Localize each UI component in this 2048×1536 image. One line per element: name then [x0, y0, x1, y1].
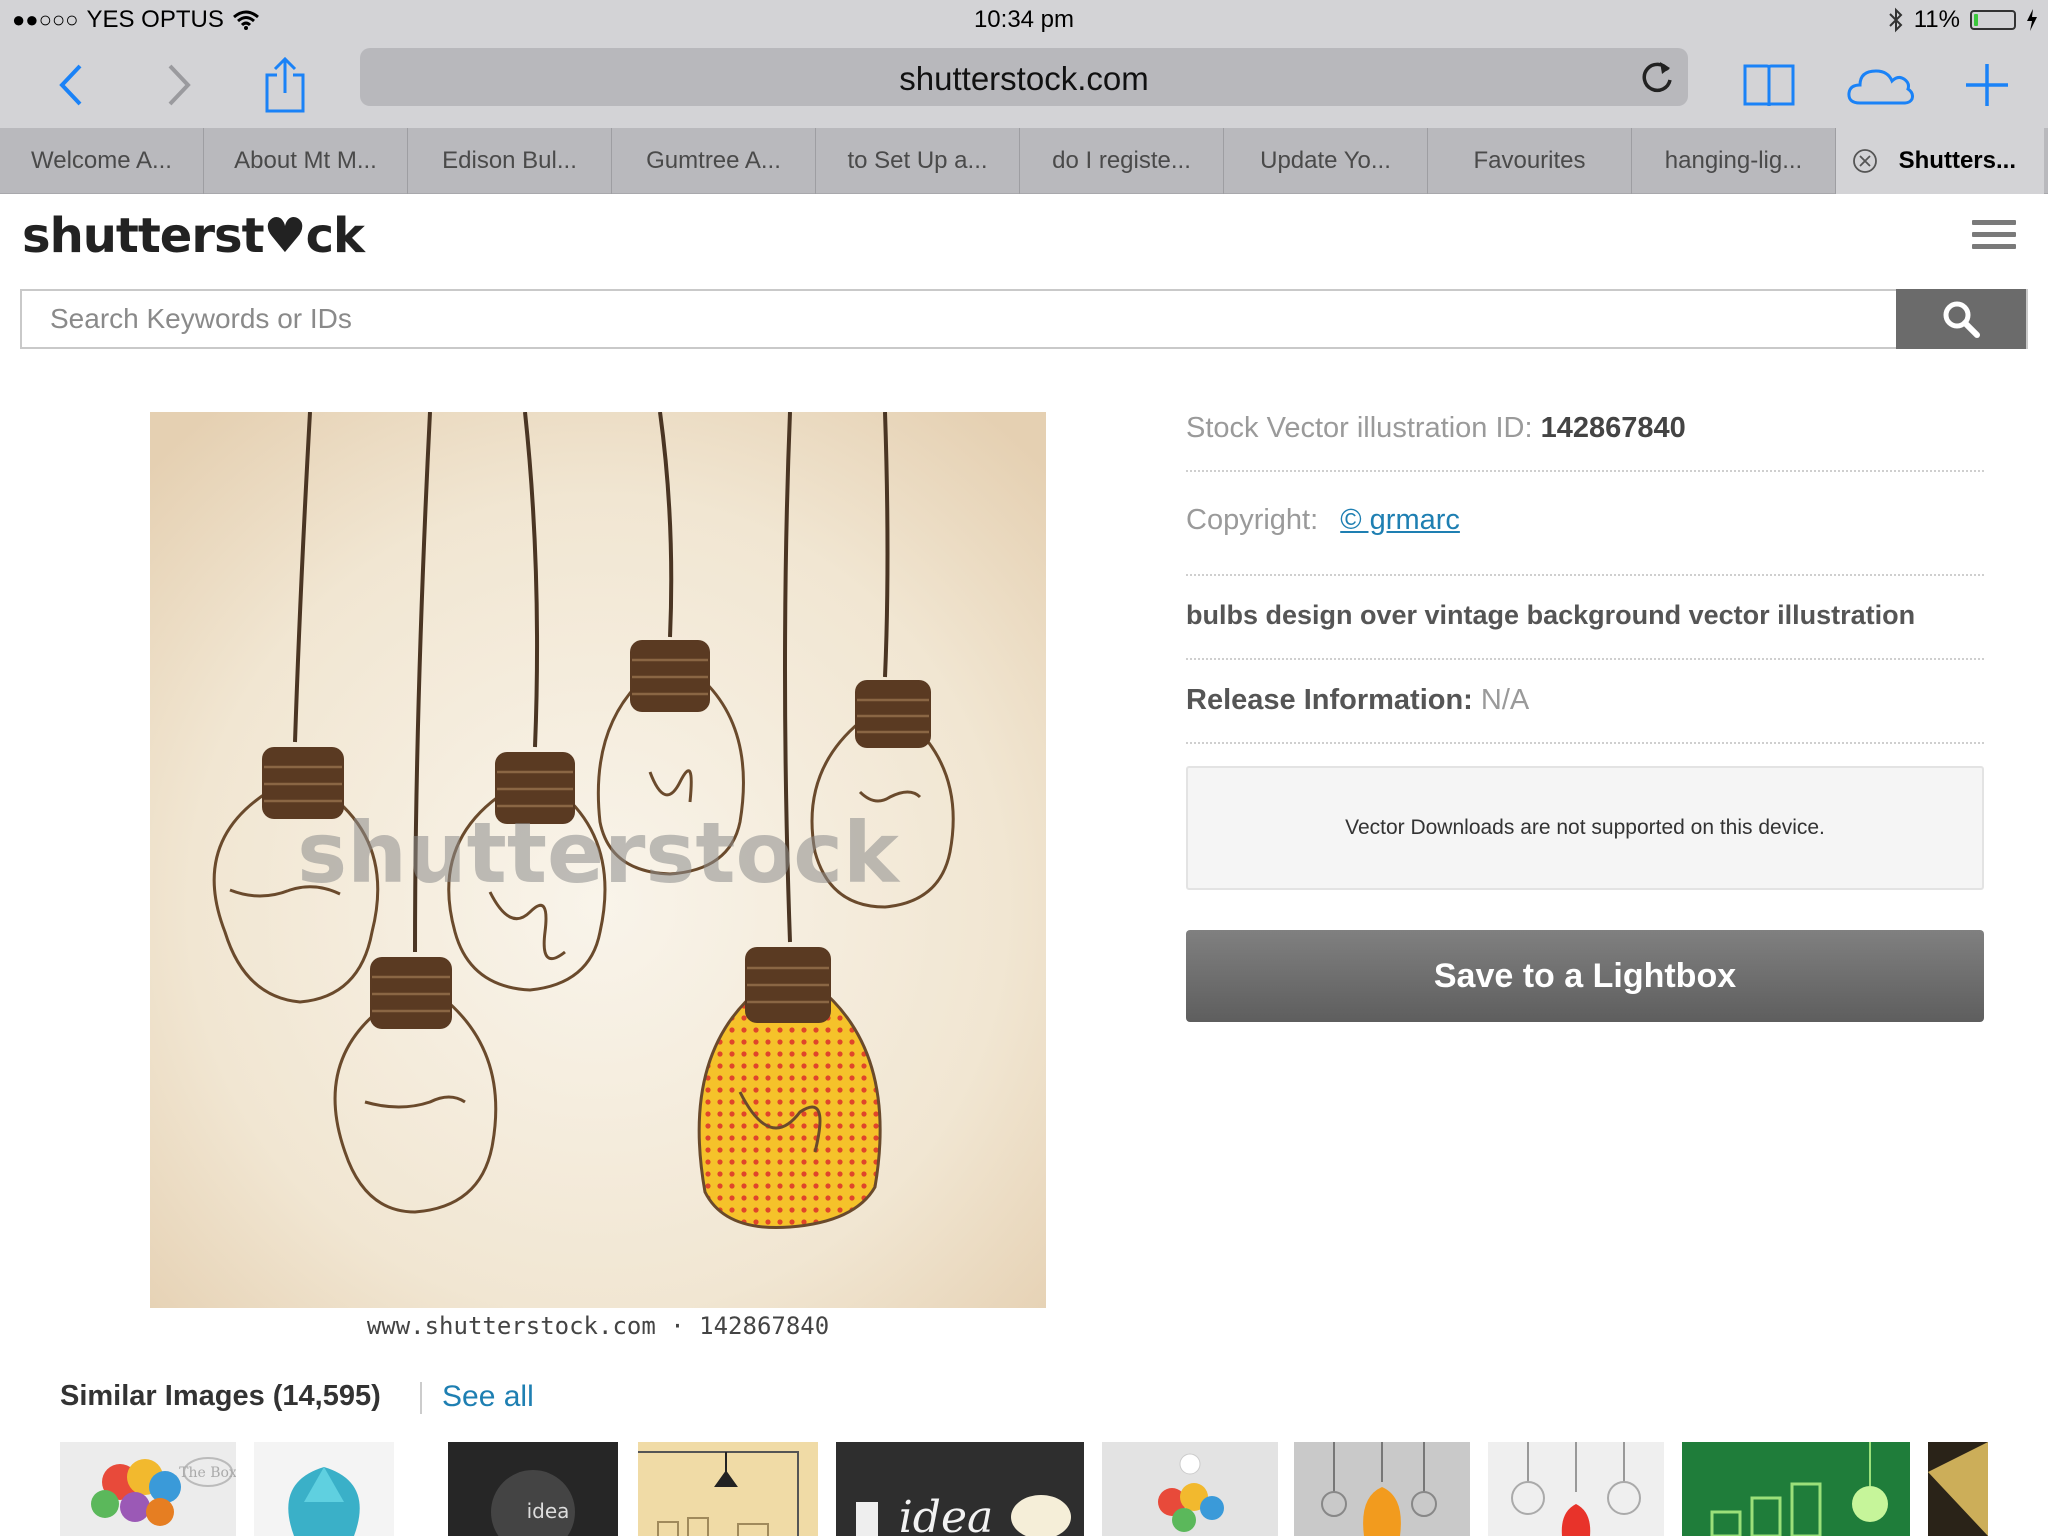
book-icon	[1743, 64, 1795, 107]
tab-item[interactable]: Edison Bul...	[408, 128, 612, 194]
tab-item[interactable]: to Set Up a...	[816, 128, 1020, 194]
chevron-right-icon	[168, 64, 191, 106]
save-to-lightbox-button[interactable]: Save to a Lightbox	[1186, 930, 1984, 1022]
cloud-icon	[1847, 69, 1914, 105]
similar-thumbnail[interactable]: idea	[836, 1442, 1084, 1536]
tab-item[interactable]: About Mt M...	[204, 128, 408, 194]
copyright-label: Copyright:	[1186, 504, 1319, 536]
share-icon	[265, 57, 305, 113]
image-description: bulbs design over vintage background vec…	[1186, 600, 1984, 660]
menu-icon[interactable]	[1972, 220, 2016, 254]
image-id-value: 142867840	[1540, 412, 1686, 444]
divider	[1186, 574, 1984, 576]
see-all-link[interactable]: See all	[442, 1380, 534, 1414]
tab-item[interactable]: do I registe...	[1020, 128, 1224, 194]
tab-bar: Welcome A... About Mt M... Edison Bul...…	[0, 128, 2048, 194]
charging-icon	[2027, 9, 2037, 31]
image-caption: www.shutterstock.com · 142867840	[366, 1312, 830, 1340]
similar-thumbnail[interactable]	[1102, 1442, 1278, 1536]
chevron-left-icon	[59, 64, 82, 106]
bluetooth-icon	[1889, 7, 1903, 33]
tab-item[interactable]: hanging-lig...	[1632, 128, 1836, 194]
search-input[interactable]	[22, 291, 1898, 347]
reload-icon[interactable]	[1638, 58, 1676, 96]
share-button[interactable]	[250, 50, 320, 120]
divider	[420, 1382, 422, 1414]
similar-thumbnail[interactable]	[1294, 1442, 1470, 1536]
clock: 10:34 pm	[973, 6, 1075, 33]
search-icon	[1943, 301, 1980, 338]
address-bar[interactable]: shutterstock.com	[360, 48, 1688, 106]
battery-icon	[1970, 10, 2016, 30]
active-tab-label: Shutters...	[1898, 147, 2016, 174]
battery-percent: 11%	[1913, 6, 1960, 33]
search-button[interactable]	[1896, 289, 2026, 349]
preview-image[interactable]: shutterstock	[150, 412, 1046, 1308]
vector-download-notice: Vector Downloads are not supported on th…	[1186, 766, 1984, 890]
thumbnail-text: The Box	[179, 1465, 236, 1481]
similar-thumbnail[interactable]: idea	[448, 1442, 618, 1536]
icloud-tabs-button[interactable]	[1846, 50, 1916, 120]
image-id-label: Stock Vector illustration ID:	[1186, 412, 1533, 444]
similar-thumbnail[interactable]: The Box	[60, 1442, 236, 1536]
divider	[1186, 470, 1984, 472]
forward-button[interactable]	[144, 50, 214, 120]
tab-item[interactable]: Welcome A...	[0, 128, 204, 194]
close-tab-icon[interactable]	[1852, 148, 1878, 174]
tab-item-active[interactable]: Shutters...	[1836, 128, 2044, 194]
similar-thumbnail[interactable]	[1488, 1442, 1664, 1536]
copyright-link[interactable]: © grmarc	[1340, 504, 1460, 536]
similar-thumbnail[interactable]	[254, 1442, 394, 1536]
similar-thumbnail[interactable]	[1682, 1442, 1910, 1536]
url-text: shutterstock.com	[899, 60, 1149, 97]
similar-thumbnail[interactable]	[1928, 1442, 1988, 1536]
tab-item[interactable]: Gumtree A...	[612, 128, 816, 194]
search-bar	[20, 289, 2028, 349]
browser-toolbar: shutterstock.com	[0, 42, 2048, 128]
release-info-row: Release Information: N/A	[1186, 684, 1984, 744]
tab-item[interactable]: Update Yo...	[1224, 128, 1428, 194]
shutterstock-logo[interactable]: shutterst♥ck	[22, 208, 365, 264]
similar-thumbnail[interactable]	[638, 1442, 818, 1536]
release-value: N/A	[1480, 684, 1530, 716]
copyright-row: Copyright: © grmarc	[1186, 504, 1460, 537]
bookmarks-button[interactable]	[1734, 50, 1804, 120]
thumbnail-text: idea	[899, 1492, 994, 1536]
tab-item[interactable]: Favourites	[1428, 128, 1632, 194]
back-button[interactable]	[36, 50, 106, 120]
thumbnail-text: idea	[527, 1499, 570, 1523]
bulbs-illustration: shutterstock	[150, 412, 1046, 1308]
plus-icon	[1966, 64, 2008, 106]
battery-level	[1974, 14, 1978, 26]
image-id-row: Stock Vector illustration ID: 142867840	[1186, 412, 1686, 445]
similar-images-title: Similar Images (14,595)	[60, 1380, 381, 1412]
release-label: Release Information:	[1186, 684, 1473, 716]
status-bar: ●●○○○ YES OPTUS 10:34 pm 11%	[0, 0, 2048, 42]
new-tab-button[interactable]	[1952, 50, 2022, 120]
watermark-text: shutterstock	[297, 804, 901, 902]
